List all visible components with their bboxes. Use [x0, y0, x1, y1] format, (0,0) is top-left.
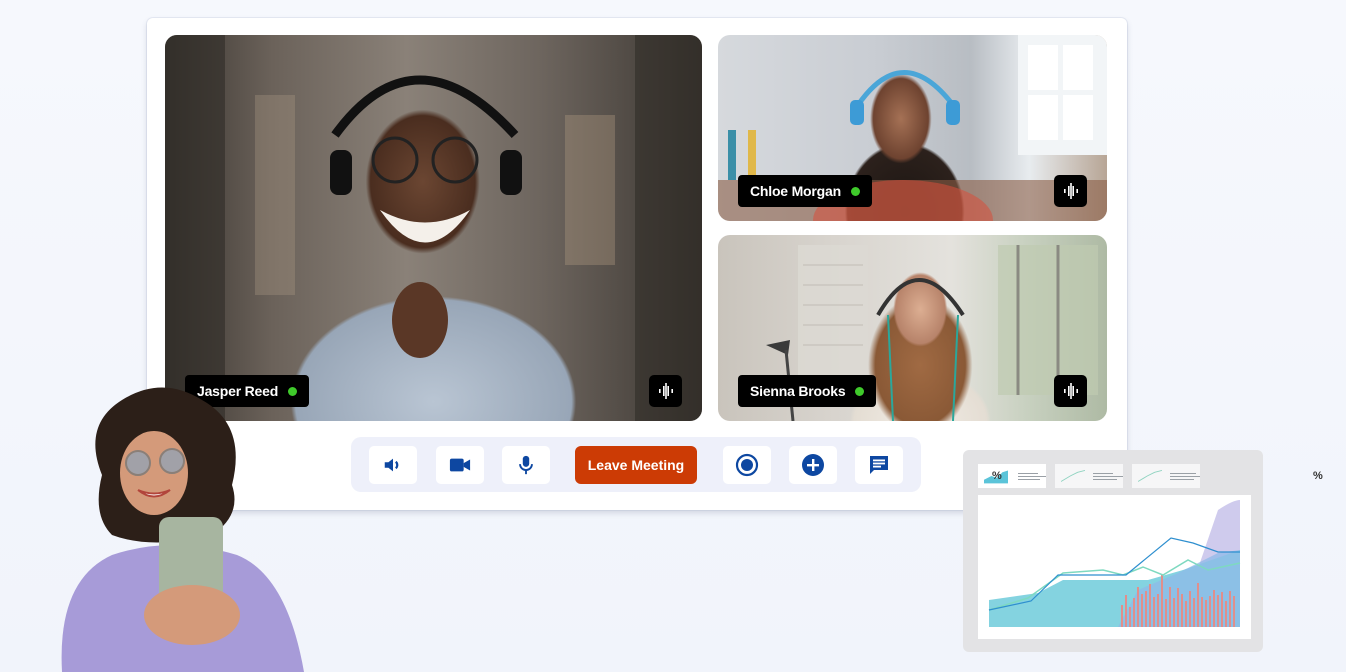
add-participant-button[interactable] [789, 446, 837, 484]
video-tile-sienna[interactable]: Sienna Brooks [718, 235, 1107, 421]
audio-waveform-icon [658, 383, 673, 399]
kpi-card: % [1055, 464, 1169, 488]
trend-icon [1061, 470, 1085, 482]
trend-icon [1138, 470, 1162, 482]
online-status-indicator [855, 386, 865, 396]
chat-button[interactable] [855, 446, 903, 484]
microphone-button[interactable] [502, 446, 550, 484]
record-icon [735, 453, 759, 477]
video-tile-chloe[interactable]: Chloe Morgan [718, 35, 1107, 221]
kpi-card: % [978, 464, 1046, 488]
participant-video-jasper [165, 35, 702, 421]
chart-graphic [988, 500, 1241, 627]
online-status-indicator [850, 186, 860, 196]
person-with-phone-illustration [61, 387, 304, 672]
speaker-icon [384, 458, 399, 472]
participant-nametag: Sienna Brooks [738, 375, 877, 407]
microphone-icon [519, 455, 533, 475]
meeting-toolbar: Leave Meeting [351, 437, 921, 492]
participant-nametag: Chloe Morgan [738, 175, 872, 207]
add-circle-icon [802, 454, 824, 476]
chart-panel [978, 495, 1251, 639]
kpi-card: % [1132, 464, 1323, 488]
chat-icon [870, 456, 888, 474]
participant-name: Sienna Brooks [750, 383, 846, 399]
percent-icon: % [1313, 470, 1323, 482]
audio-indicator-button[interactable] [649, 375, 682, 407]
percent-icon: % [992, 470, 1002, 482]
audio-indicator-button[interactable] [1054, 375, 1087, 407]
analytics-dashboard-preview: % % % [963, 450, 1323, 652]
leave-meeting-button[interactable]: Leave Meeting [575, 446, 697, 484]
record-button[interactable] [723, 446, 771, 484]
camera-button[interactable] [436, 446, 484, 484]
audio-waveform-icon [1063, 383, 1078, 399]
audio-waveform-icon [1063, 183, 1078, 199]
participant-name: Chloe Morgan [750, 183, 841, 199]
speaker-button[interactable] [369, 446, 417, 484]
audio-indicator-button[interactable] [1054, 175, 1087, 207]
video-tile-main[interactable]: Jasper Reed [165, 35, 702, 421]
video-camera-icon [449, 458, 471, 472]
